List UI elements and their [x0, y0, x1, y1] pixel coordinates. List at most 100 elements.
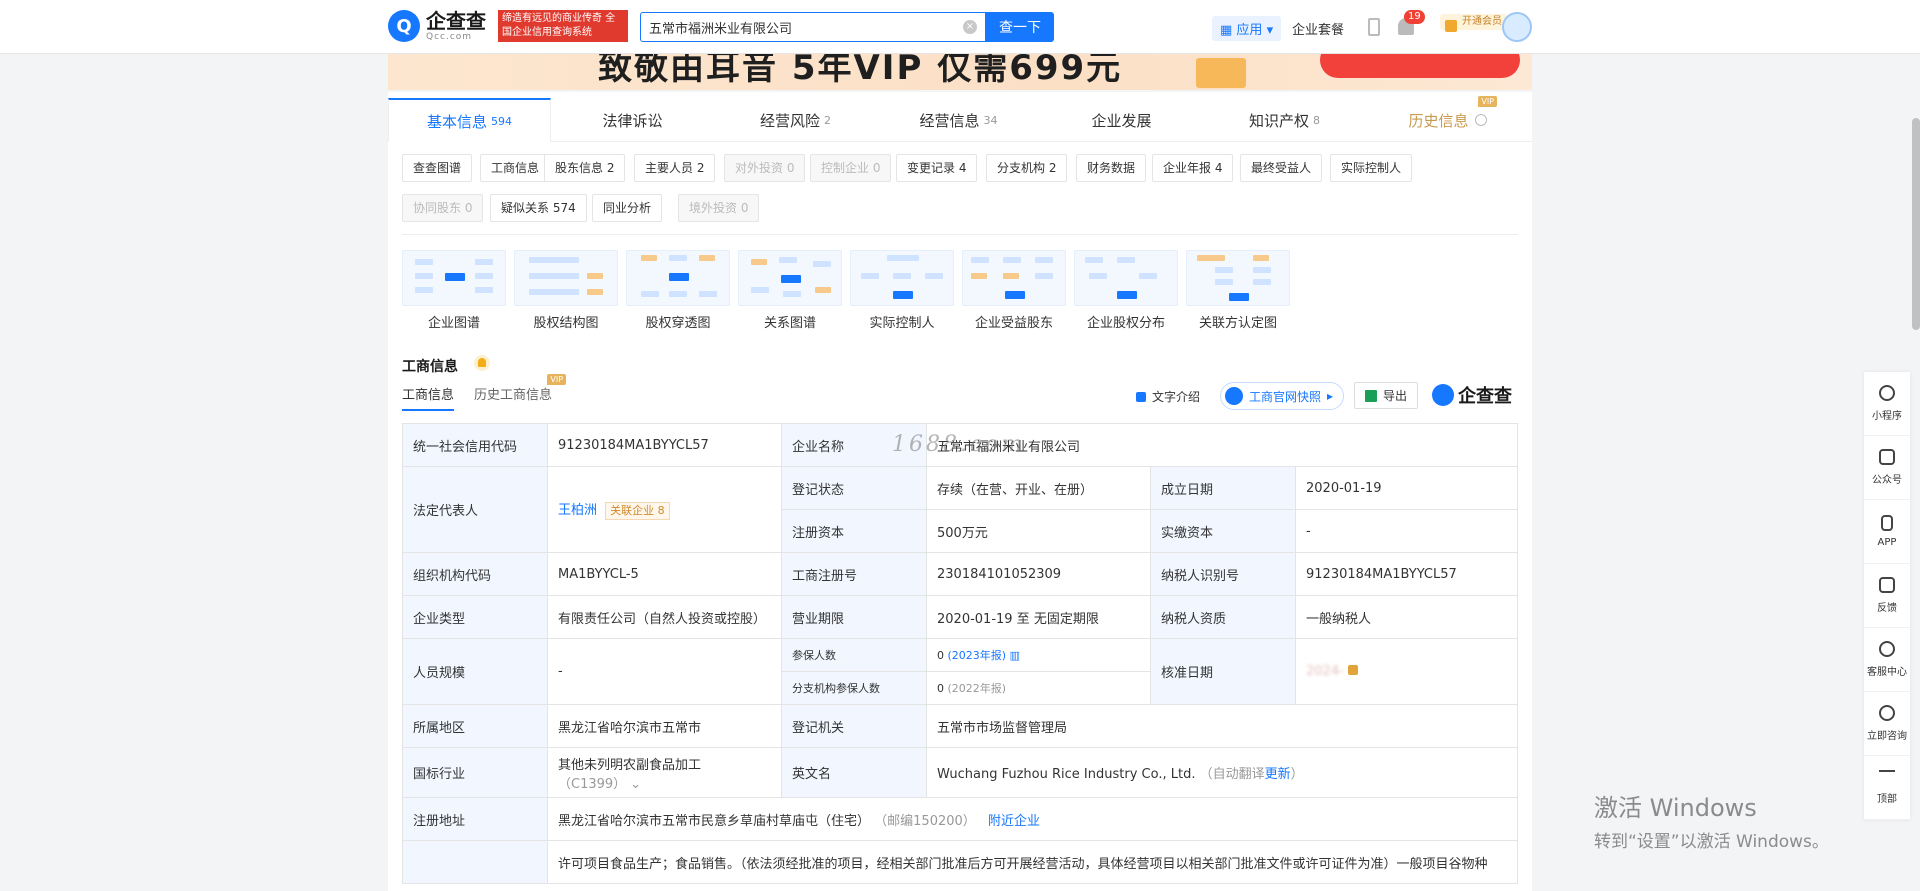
- translate-update-link[interactable]: 更新: [1265, 767, 1291, 782]
- mini-program-button[interactable]: 小程序: [1864, 372, 1910, 436]
- chip[interactable]: 控制企业 0: [810, 154, 892, 182]
- app-button[interactable]: APP: [1864, 500, 1910, 564]
- graph-equity-penetration[interactable]: 股权穿透图: [626, 250, 730, 331]
- legal-rep-label: 法定代表人: [402, 466, 548, 553]
- scope-value: 许可项目食品生产；食品销售。（依法须经批准的项目，经相关部门批准后方可开展经营活…: [547, 840, 1518, 884]
- main-tabs: 基本信息 594 法律诉讼 经营风险 2 经营信息 34 企业发展 知识产权 8 历史信…: [388, 96, 1532, 142]
- clear-icon[interactable]: ×: [963, 20, 977, 34]
- address-label: 注册地址: [402, 797, 548, 841]
- nearby-companies-link[interactable]: 附近企业: [988, 814, 1040, 829]
- edit-icon: [1879, 577, 1895, 593]
- graph-relations[interactable]: 关系图谱: [738, 250, 842, 331]
- service-center-button[interactable]: 客服中心: [1864, 628, 1910, 692]
- chip[interactable]: 最终受益人: [1240, 154, 1323, 182]
- user-avatar[interactable]: [1502, 12, 1532, 42]
- related-companies-tag[interactable]: 关联企业 8: [605, 502, 670, 520]
- graph-beneficial-owners[interactable]: 企业受益股东: [962, 250, 1066, 331]
- chip[interactable]: 工商信息: [480, 154, 551, 182]
- chevron-right-icon: ▸: [1327, 389, 1334, 403]
- chip[interactable]: 对外投资 0: [724, 154, 806, 182]
- company-type-label: 企业类型: [402, 595, 548, 639]
- gift-box-icon: [1196, 58, 1246, 88]
- chip[interactable]: 企业年报 4: [1152, 154, 1234, 182]
- qcc-logo[interactable]: Q 企查查 Qcc.com 缔造有远见的商业传奇 全国企业信用查询系统: [388, 10, 628, 42]
- graph-actual-controller[interactable]: 实际控制人: [850, 250, 954, 331]
- term-value: 2020-01-19 至 无固定期限: [926, 595, 1151, 639]
- business-subtabs: 工商信息 历史工商信息 VIP: [402, 374, 567, 411]
- page-scrollbar[interactable]: [1912, 118, 1920, 330]
- graph-enterprise[interactable]: 企业图谱: [402, 250, 506, 331]
- branch-insured-year: (2022年报): [947, 682, 1007, 695]
- tab-risk[interactable]: 经营风险 2: [714, 98, 877, 142]
- paid-capital-value: -: [1295, 509, 1518, 553]
- tab-ip[interactable]: 知识产权 8: [1203, 98, 1366, 142]
- lock-icon[interactable]: [1347, 665, 1358, 675]
- tax-qualification-value: 一般纳税人: [1295, 595, 1518, 639]
- table-row: 注册地址 黑龙江省哈尔滨市五常市民意乡草庙村草庙屯（住宅） （邮编150200）…: [402, 797, 1518, 841]
- chip[interactable]: 协同股东 0: [402, 194, 484, 222]
- official-snapshot-button[interactable]: 工商官网快照 ▸: [1220, 382, 1345, 410]
- search-input[interactable]: 五常市福洲米业有限公司 ×: [640, 12, 986, 42]
- feedback-button[interactable]: 反馈: [1864, 564, 1910, 628]
- tax-id-label: 纳税人识别号: [1150, 552, 1296, 596]
- chip[interactable]: 主要人员 2: [634, 154, 716, 182]
- windows-activation-notice: 激活 Windows 转到“设置”以激活 Windows。: [1594, 794, 1829, 852]
- qcc-brand-mark: 企查查: [1432, 382, 1512, 408]
- chip[interactable]: 变更记录 4: [896, 154, 978, 182]
- tab-basic-info[interactable]: 基本信息 594: [388, 98, 551, 142]
- industry-code[interactable]: （C1399） ⌄: [558, 773, 771, 792]
- credit-code-label: 统一社会信用代码: [402, 423, 548, 467]
- org-code-value: MA1BYYCL-5: [547, 552, 782, 596]
- search-button[interactable]: 查一下: [986, 12, 1054, 42]
- qcc-logo-icon: Q: [388, 10, 420, 42]
- open-vip-button[interactable]: 开通会员: [1440, 14, 1507, 32]
- tab-legal[interactable]: 法律诉讼: [551, 98, 714, 142]
- phone-icon[interactable]: [1368, 18, 1380, 36]
- table-row: 所属地区 黑龙江省哈尔滨市五常市 登记机关 五常市市场监督管理局: [402, 704, 1518, 748]
- industry-cell: 其他未列明农副食品加工 （C1399） ⌄: [547, 747, 782, 798]
- chip[interactable]: 境外投资 0: [678, 194, 760, 222]
- tab-development[interactable]: 企业发展: [1040, 98, 1203, 142]
- enterprise-package-link[interactable]: 企业套餐: [1292, 19, 1344, 38]
- graph-thumbnail: [850, 250, 954, 306]
- vip-tag: VIP: [1478, 96, 1497, 107]
- apps-menu[interactable]: ▦ 应用 ▾: [1212, 16, 1282, 41]
- org-code-label: 组织机构代码: [402, 552, 548, 596]
- insured-year-link[interactable]: (2023年报): [948, 649, 1007, 662]
- back-to-top-button[interactable]: 顶部: [1864, 756, 1910, 820]
- search-input-value: 五常市福洲米业有限公司: [649, 21, 793, 37]
- monitor-bell-icon[interactable]: [474, 355, 490, 371]
- chip[interactable]: 财务数据: [1076, 154, 1147, 182]
- branch-insured-cell: 0 (2022年报): [926, 671, 1151, 705]
- chip[interactable]: 实际控制人: [1330, 154, 1413, 182]
- tab-history[interactable]: 历史信息 VIP: [1366, 96, 1529, 142]
- english-name-cell: Wuchang Fuzhou Rice Industry Co., Ltd. （…: [926, 747, 1518, 798]
- company-detail-card: 基本信息 594 法律诉讼 经营风险 2 经营信息 34 企业发展 知识产权 8 历史信…: [388, 92, 1532, 891]
- banner-cta-button[interactable]: [1320, 54, 1520, 78]
- graph-equity-distribution[interactable]: 企业股权分布: [1074, 250, 1178, 331]
- logo-text-cn: 企查查: [426, 8, 486, 33]
- table-row: 组织机构代码 MA1BYYCL-5 工商注册号 230184101052309 …: [402, 552, 1518, 596]
- text-intro-button[interactable]: 文字介绍: [1136, 388, 1200, 405]
- promo-banner[interactable]: 致敬由耳音 5年VIP 仅需699元: [388, 54, 1532, 90]
- chip[interactable]: 分支机构 2: [986, 154, 1068, 182]
- export-button[interactable]: 导出: [1354, 382, 1419, 409]
- chip[interactable]: 股东信息 2: [544, 154, 626, 182]
- chip[interactable]: 查查图谱: [402, 154, 473, 182]
- chip[interactable]: 疑似关系 574: [490, 194, 587, 222]
- graph-equity-structure[interactable]: 股权结构图: [514, 250, 618, 331]
- graph-related-party[interactable]: 关联方认定图: [1186, 250, 1290, 331]
- subtab-business-info[interactable]: 工商信息: [402, 384, 455, 411]
- consult-button[interactable]: 立即咨询: [1864, 692, 1910, 756]
- graph-thumbnail: [402, 250, 506, 306]
- official-account-button[interactable]: 公众号: [1864, 436, 1910, 500]
- graph-thumbnail: [1074, 250, 1178, 306]
- chip[interactable]: 同业分析: [592, 194, 663, 222]
- region-label: 所属地区: [402, 704, 548, 748]
- notification-badge: 19: [1404, 10, 1425, 24]
- subtab-business-history[interactable]: 历史工商信息 VIP: [474, 374, 567, 411]
- staff-scale-value: -: [547, 638, 782, 705]
- tab-operation[interactable]: 经营信息 34: [877, 98, 1040, 142]
- chart-icon[interactable]: ▥: [1010, 649, 1020, 662]
- legal-rep-link[interactable]: 王柏洲: [558, 503, 597, 518]
